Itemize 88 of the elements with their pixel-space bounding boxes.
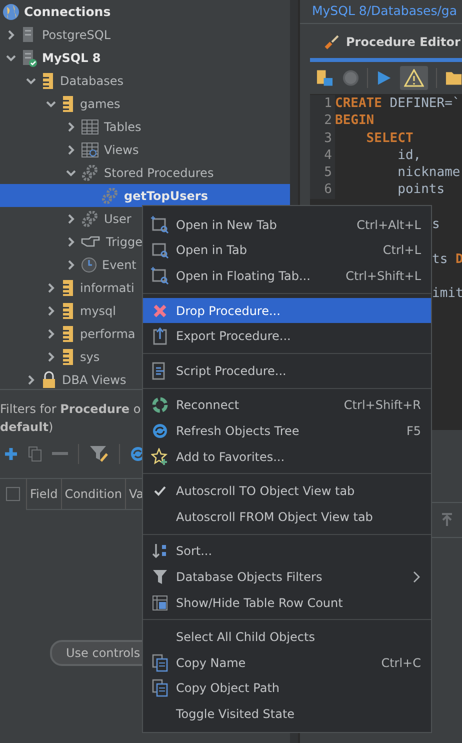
line-number: 2 <box>310 112 335 130</box>
menu-item[interactable]: Drop Procedure... <box>143 298 431 324</box>
tree-item-label[interactable]: MySQL 8 <box>42 50 101 64</box>
refresh-icon <box>152 422 168 439</box>
tree-item-label[interactable]: Databases <box>60 74 124 88</box>
code-line: points <box>396 181 445 199</box>
column-header[interactable]: Field <box>26 479 61 509</box>
menu-item[interactable]: Copy Object Path <box>143 676 431 702</box>
gears-icon <box>81 164 99 180</box>
tree-item-label[interactable]: Event <box>102 258 136 272</box>
filters-heading: default) <box>0 419 54 436</box>
menu-item[interactable]: Add to Favorites... <box>143 444 431 470</box>
line-number: 5 <box>310 164 335 182</box>
brush-icon <box>324 34 340 50</box>
tree-item-label[interactable]: getTopUsers <box>124 188 208 202</box>
window-search-icon <box>151 241 169 260</box>
copy-icon <box>152 654 168 672</box>
code-line: SELECT <box>365 130 414 147</box>
editor-tab[interactable]: Procedure Editor <box>310 28 462 62</box>
table-icon <box>81 118 99 134</box>
copy-icon <box>152 679 168 698</box>
folder-icon[interactable] <box>444 70 462 86</box>
run-icon[interactable] <box>376 70 392 86</box>
menu-item[interactable]: Sort... <box>143 538 431 564</box>
tree-item-label[interactable]: informati <box>80 280 134 294</box>
gears-icon <box>81 210 99 226</box>
database-icon <box>41 72 55 90</box>
menu-item[interactable]: Export Procedure... <box>143 323 431 349</box>
tree-item-label[interactable]: User <box>104 212 132 226</box>
view-icon <box>81 142 99 158</box>
code-line: CREATE DEFINER=` <box>335 95 460 112</box>
table-icon <box>152 594 168 611</box>
schema-icon[interactable] <box>316 69 334 87</box>
globe-icon <box>2 2 20 20</box>
menu-item[interactable]: Script Procedure... <box>143 358 431 384</box>
tree-item-label[interactable]: DBA Views <box>62 372 126 386</box>
filters-heading: Filters for Procedure o <box>0 401 141 418</box>
tree-item-label[interactable]: Stored Procedures <box>104 166 214 180</box>
menu-item[interactable]: Toggle Visited State <box>143 701 431 727</box>
window-search-icon <box>151 266 169 285</box>
line-number: 4 <box>310 146 335 164</box>
menu-item[interactable]: Database Objects Filters <box>143 564 431 590</box>
code-line: nickname <box>396 164 460 182</box>
filter-edit-icon[interactable] <box>89 445 109 463</box>
menu-item[interactable]: Open in Floating Tab... Ctrl+Shift+L <box>143 263 431 289</box>
star-add-icon <box>151 448 169 466</box>
menu-item[interactable]: Reconnect Ctrl+Shift+R <box>143 392 431 418</box>
reconnect-icon <box>152 397 168 414</box>
check-icon <box>154 486 166 496</box>
padlock-icon <box>41 370 57 388</box>
warning-icon[interactable] <box>404 69 424 87</box>
code-line: BEGIN <box>335 112 374 130</box>
tree-item-label[interactable]: games <box>80 96 120 110</box>
menu-item[interactable]: Open in Tab Ctrl+L <box>143 238 431 264</box>
tree-item-label[interactable]: Tables <box>104 120 142 134</box>
tree-item-label[interactable]: performa <box>80 326 136 340</box>
select-all-checkbox[interactable] <box>6 487 20 501</box>
database-icon <box>61 302 75 320</box>
line-number: 3 <box>310 130 335 147</box>
menu-item[interactable]: Refresh Objects Tree F5 <box>143 418 431 444</box>
database-icon <box>61 348 75 366</box>
sort-icon <box>152 543 168 560</box>
tree-item-label[interactable]: sys <box>80 350 100 364</box>
code-line: imit <box>432 285 462 303</box>
tree-item-label[interactable]: mysql <box>80 304 116 318</box>
hand-pointer-icon <box>81 234 101 248</box>
column-header[interactable]: Condition <box>60 479 125 509</box>
delete-icon <box>153 304 167 318</box>
menu-item[interactable]: Open in New Tab Ctrl+Alt+L <box>143 212 431 238</box>
tree-item-label[interactable]: Views <box>104 142 139 156</box>
database-icon <box>61 94 75 112</box>
tree-item-label[interactable]: Trigge <box>106 234 142 248</box>
window-search-icon <box>151 216 169 234</box>
navigator-title: Connections <box>24 4 111 19</box>
tree-item-label[interactable]: PostgreSQL <box>42 28 111 42</box>
add-icon[interactable] <box>4 447 18 461</box>
code-line: s <box>432 216 440 234</box>
gears-icon <box>101 188 119 204</box>
breadcrumb[interactable]: MySQL 8/Databases/ga <box>300 0 462 24</box>
filter-icon <box>152 568 168 585</box>
line-number: 1 <box>310 95 335 112</box>
menu-item[interactable]: Show/Hide Table Row Count <box>143 590 431 616</box>
database-icon <box>61 324 75 342</box>
export-icon <box>153 327 167 346</box>
line-number: 6 <box>310 181 335 199</box>
code-line: id, <box>396 146 422 164</box>
database-icon <box>61 278 75 296</box>
clock-icon <box>81 256 97 272</box>
